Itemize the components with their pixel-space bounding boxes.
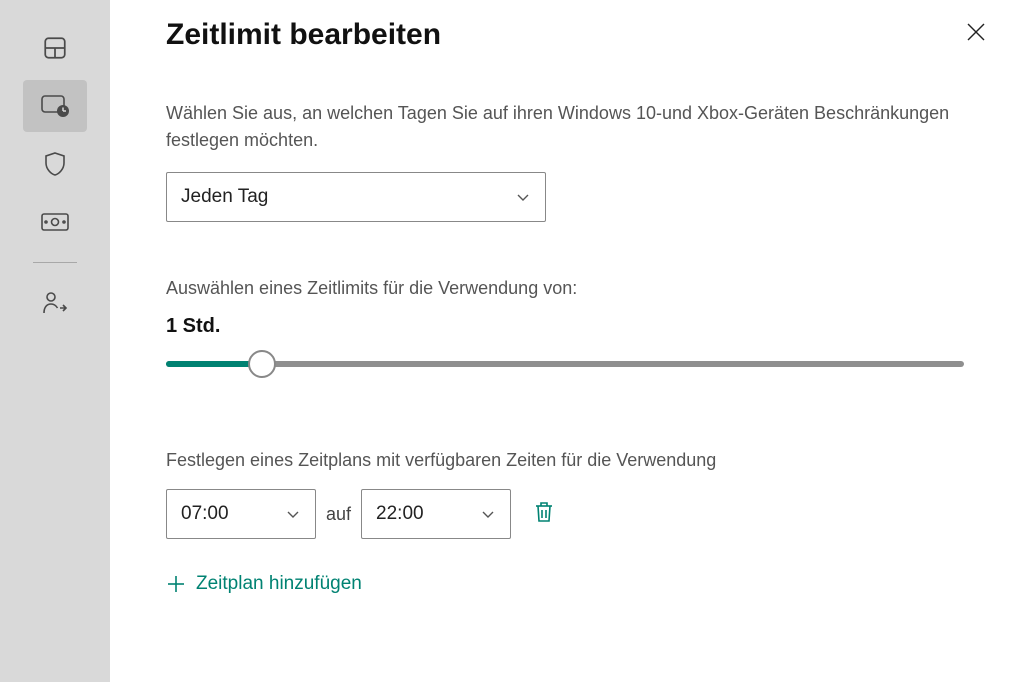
shield-icon [43,151,67,177]
day-select[interactable]: Jeden Tag [166,172,546,222]
slider-track [166,361,964,367]
day-select-value: Jeden Tag [181,186,268,208]
schedule-label: Festlegen eines Zeitplans mit verfügbare… [166,450,990,471]
plus-icon [166,574,186,594]
chevron-down-icon [515,189,531,205]
sidebar-divider [33,262,77,263]
device-clock-icon [40,93,70,119]
sidebar-item-security[interactable] [23,138,87,190]
slider-thumb[interactable] [248,350,276,378]
description-text: Wählen Sie aus, an welchen Tagen Sie auf… [166,100,976,154]
sidebar-item-share[interactable] [23,277,87,329]
time-separator: auf [326,504,351,525]
sidebar-item-dashboard[interactable] [23,22,87,74]
add-schedule-label: Zeitplan hinzufügen [196,573,362,595]
dialog-title: Zeitlimit bearbeiten [166,18,441,52]
add-schedule-button[interactable]: Zeitplan hinzufügen [166,573,362,595]
close-icon [966,22,986,42]
delete-schedule-button[interactable] [533,500,555,529]
time-limit-slider[interactable] [166,348,964,380]
time-to-value: 22:00 [376,503,424,525]
layout-icon [42,35,68,61]
person-share-icon [41,290,69,316]
close-button[interactable] [962,18,990,52]
sidebar-item-screentime[interactable] [23,80,87,132]
trash-icon [533,500,555,524]
time-from-select[interactable]: 07:00 [166,489,316,539]
title-row: Zeitlimit bearbeiten [166,18,990,52]
main-panel: Zeitlimit bearbeiten Wählen Sie aus, an … [110,0,1024,682]
time-limit-value: 1 Std. [166,315,990,338]
time-from-value: 07:00 [181,503,229,525]
chevron-down-icon [285,506,301,522]
sidebar-item-payments[interactable] [23,196,87,248]
time-to-select[interactable]: 22:00 [361,489,511,539]
schedule-row: 07:00 auf 22:00 [166,489,990,539]
money-icon [40,212,70,232]
sidebar [0,0,110,682]
chevron-down-icon [480,506,496,522]
time-limit-label: Auswählen eines Zeitlimits für die Verwe… [166,278,990,299]
